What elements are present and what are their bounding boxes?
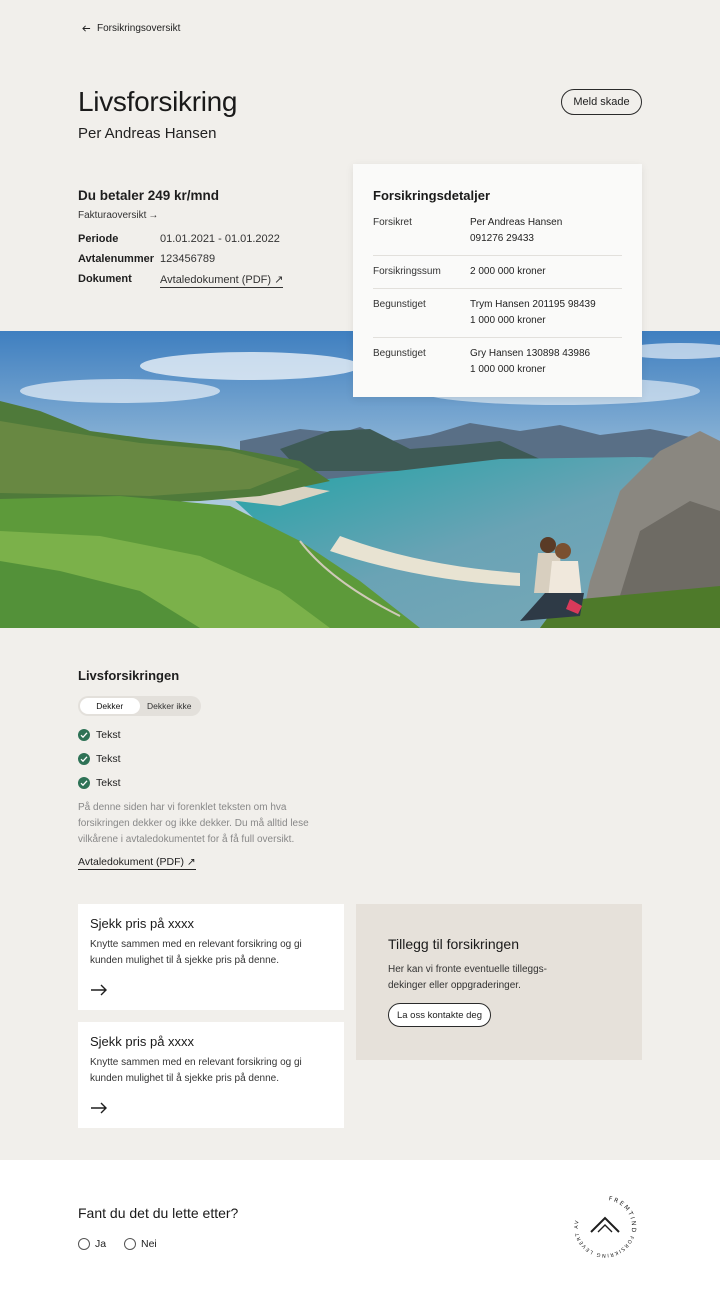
details-row-value-2: 1 000 000 kroner — [470, 315, 546, 326]
coverage-document-link-label: Avtaledokument (PDF) — [78, 856, 185, 868]
invoice-link[interactable]: Fakturaoversikt → — [78, 210, 158, 221]
details-row-value-2: 1 000 000 kroner — [470, 364, 546, 375]
arrow-right-icon — [91, 1102, 107, 1114]
details-row: Begunstiget Trym Hansen 201195 98439 1 00… — [373, 289, 622, 338]
arrow-left-icon — [82, 25, 91, 32]
details-title: Forsikringsdetaljer — [373, 188, 491, 203]
feedback-yes-label: Ja — [95, 1238, 107, 1250]
document-link[interactable]: Avtaledokument (PDF) ↗ — [160, 273, 284, 288]
radio-circle-icon — [78, 1238, 90, 1250]
external-arrow-icon: ↗ — [184, 856, 196, 868]
details-row-label: Begunstiget — [373, 299, 426, 310]
arrow-right-icon — [91, 984, 107, 996]
addon-title: Tillegg til forsikringen — [388, 936, 519, 952]
document-link-label: Avtaledokument (PDF) — [160, 274, 272, 286]
agreement-number-row: Avtalenummer 123456789 — [78, 253, 215, 265]
period-row: Periode 01.01.2021 - 01.01.2022 — [78, 233, 280, 245]
details-row-value-2: 091276 29433 — [470, 233, 534, 244]
addon-panel: Tillegg til forsikringen Her kan vi fron… — [356, 904, 642, 1060]
tab-not-covers[interactable]: Dekker ikke — [140, 698, 200, 714]
contact-me-button[interactable]: La oss kontakte deg — [388, 1003, 491, 1027]
details-row-value: Gry Hansen 130898 43986 — [470, 348, 591, 359]
check-icon — [78, 777, 90, 789]
details-row: Forsikringssum 2 000 000 kroner — [373, 256, 622, 289]
back-link-label: Forsikringsoversikt — [97, 23, 181, 34]
price-check-card[interactable]: Sjekk pris på xxxx Knytte sammen med en … — [78, 904, 344, 1010]
report-claim-button[interactable]: Meld skade — [561, 89, 642, 115]
period-label: Periode — [78, 233, 119, 245]
coverage-title: Livsforsikringen — [78, 668, 180, 683]
radio-circle-icon — [124, 1238, 136, 1250]
feedback-yes-radio[interactable]: Ja — [78, 1238, 106, 1250]
coverage-item: Tekst — [78, 729, 121, 741]
coverage-item: Tekst — [78, 753, 121, 765]
feedback-no-label: Nei — [141, 1238, 157, 1250]
coverage-toggle: Dekker Dekker ikke — [78, 696, 201, 716]
coverage-item: Tekst — [78, 777, 121, 789]
price-check-card-text: Knytte sammen med en relevant forsikring… — [90, 939, 302, 966]
details-row-label: Begunstiget — [373, 348, 426, 359]
document-row: Dokument Avtaledokument (PDF) ↗ — [78, 273, 284, 288]
period-value: 01.01.2021 - 01.01.2022 — [160, 233, 280, 245]
fremtind-logo: FREMTIND FORSIKRING LEVERT AV — [565, 1192, 645, 1262]
details-row-value: 2 000 000 kroner — [470, 266, 546, 277]
arrow-right-small-icon: → — [148, 210, 159, 221]
coverage-item-label: Tekst — [96, 729, 121, 741]
check-icon — [78, 729, 90, 741]
details-row: Begunstiget Gry Hansen 130898 43986 1 000… — [373, 338, 622, 386]
check-icon — [78, 753, 90, 765]
price-check-card-title: Sjekk pris på xxxx — [90, 916, 195, 931]
coverage-document-link[interactable]: Avtaledokument (PDF) ↗ — [78, 856, 196, 870]
agreement-number-value: 123456789 — [160, 253, 216, 265]
addon-text: Her kan vi fronte eventuelle tilleggs-de… — [388, 964, 547, 991]
price-check-card-text: Knytte sammen med en relevant forsikring… — [90, 1057, 302, 1084]
details-row-label: Forsikringssum — [373, 266, 441, 277]
price-check-card-title: Sjekk pris på xxxx — [90, 1034, 195, 1049]
payment-amount: Du betaler 249 kr/mnd — [78, 188, 220, 203]
insurance-details-card: Forsikringsdetaljer Forsikret Per Andrea… — [353, 164, 642, 397]
external-arrow-icon: ↗ — [271, 274, 284, 286]
agreement-number-label: Avtalenummer — [78, 253, 155, 265]
tab-covers[interactable]: Dekker — [80, 698, 140, 714]
back-link[interactable]: Forsikringsoversikt — [82, 23, 180, 34]
page-title: Livsforsikring — [78, 86, 238, 117]
details-row-value: Trym Hansen 201195 98439 — [470, 299, 596, 310]
feedback-no-radio[interactable]: Nei — [124, 1238, 157, 1250]
invoice-link-label: Fakturaoversikt — [78, 210, 147, 221]
details-row-label: Forsikret — [373, 217, 412, 228]
feedback-question: Fant du det du lette etter? — [78, 1205, 239, 1221]
document-label: Dokument — [78, 273, 132, 285]
coverage-item-label: Tekst — [96, 753, 121, 765]
details-row: Forsikret Per Andreas Hansen 091276 29433 — [373, 215, 622, 256]
price-check-card[interactable]: Sjekk pris på xxxx Knytte sammen med en … — [78, 1022, 344, 1128]
coverage-description: På denne siden har vi forenklet teksten … — [78, 802, 309, 845]
details-row-value: Per Andreas Hansen — [470, 217, 563, 228]
insured-name: Per Andreas Hansen — [78, 125, 217, 142]
svg-text:FREMTIND: FREMTIND — [608, 1195, 637, 1234]
coverage-item-label: Tekst — [96, 777, 121, 789]
